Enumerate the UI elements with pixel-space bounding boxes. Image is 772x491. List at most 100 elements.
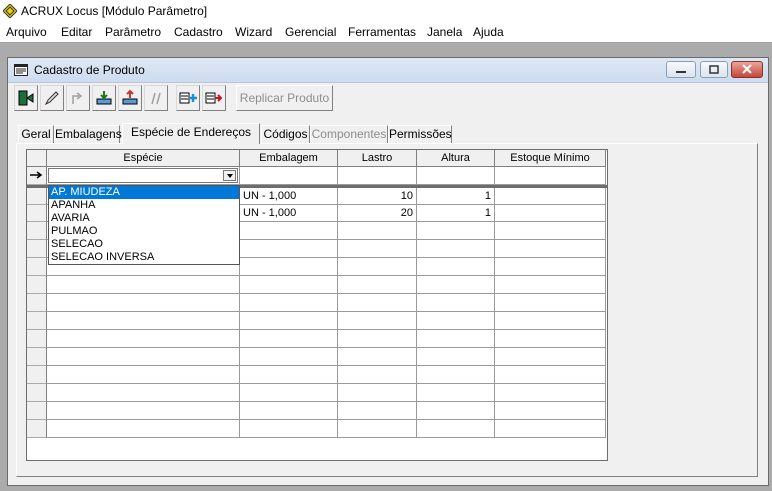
dropdown-option[interactable]: SELECAO — [49, 238, 239, 251]
new-row-embalagem-cell[interactable] — [240, 167, 338, 185]
empty-grid-cell[interactable] — [47, 312, 240, 330]
empty-grid-cell[interactable] — [417, 240, 495, 258]
dropdown-option[interactable]: SELECAO INVERSA — [49, 251, 239, 264]
empty-grid-cell[interactable] — [417, 276, 495, 294]
dropdown-option[interactable]: PULMAO — [49, 225, 239, 238]
row-1-lastro-cell[interactable]: 10 — [338, 188, 417, 205]
col-header-lastro[interactable]: Lastro — [338, 150, 417, 167]
empty-grid-cell[interactable] — [47, 402, 240, 420]
tab-geral[interactable]: Geral — [18, 125, 54, 143]
empty-grid-cell[interactable] — [338, 330, 417, 348]
empty-grid-cell[interactable] — [338, 366, 417, 384]
import-button[interactable] — [92, 85, 116, 111]
empty-grid-cell[interactable] — [240, 402, 338, 420]
col-header-altura[interactable]: Altura — [417, 150, 495, 167]
empty-grid-cell[interactable] — [417, 330, 495, 348]
tab-permissoes[interactable]: Permissões — [388, 125, 452, 143]
tab-especie-de-enderecos[interactable]: Espécie de Endereços — [122, 123, 260, 144]
empty-grid-cell[interactable] — [417, 384, 495, 402]
empty-grid-cell[interactable] — [338, 240, 417, 258]
empty-grid-cell[interactable] — [338, 348, 417, 366]
new-row-estoque-minimo-cell[interactable] — [495, 167, 606, 185]
menu-cadastro[interactable]: Cadastro — [174, 25, 223, 39]
new-row-lastro-cell[interactable] — [338, 167, 417, 185]
empty-grid-cell[interactable] — [240, 312, 338, 330]
empty-grid-cell[interactable] — [338, 276, 417, 294]
especie-combobox[interactable] — [48, 168, 238, 183]
close-button[interactable] — [731, 61, 763, 78]
empty-grid-cell[interactable] — [495, 312, 606, 330]
row-2-estoque-minimo-cell[interactable] — [495, 205, 606, 222]
empty-grid-cell[interactable] — [338, 420, 417, 438]
empty-grid-cell[interactable] — [47, 366, 240, 384]
menu-parametro[interactable]: Parâmetro — [105, 25, 161, 39]
exit-button[interactable] — [14, 85, 38, 111]
dropdown-option[interactable]: AVARIA — [49, 212, 239, 225]
empty-grid-cell[interactable] — [338, 402, 417, 420]
empty-grid-cell[interactable] — [47, 294, 240, 312]
menu-editar[interactable]: Editar — [61, 25, 92, 39]
menu-wizard[interactable]: Wizard — [235, 25, 272, 39]
empty-grid-cell[interactable] — [240, 348, 338, 366]
row-1-estoque-minimo-cell[interactable] — [495, 188, 606, 205]
empty-grid-cell[interactable] — [47, 330, 240, 348]
empty-grid-cell[interactable] — [338, 222, 417, 240]
col-header-especie[interactable]: Espécie — [47, 150, 240, 167]
new-row-altura-cell[interactable] — [417, 167, 495, 185]
empty-grid-cell[interactable] — [495, 420, 606, 438]
tab-codigos[interactable]: Códigos — [261, 125, 310, 143]
new-row-especie-cell[interactable] — [47, 167, 240, 185]
empty-grid-cell[interactable] — [495, 330, 606, 348]
empty-grid-cell[interactable] — [47, 276, 240, 294]
empty-grid-cell[interactable] — [417, 312, 495, 330]
empty-grid-cell[interactable] — [240, 276, 338, 294]
empty-grid-cell[interactable] — [338, 312, 417, 330]
empty-grid-cell[interactable] — [47, 384, 240, 402]
empty-grid-cell[interactable] — [417, 402, 495, 420]
add-record-button[interactable] — [176, 85, 200, 111]
row-1-embalagem-cell[interactable]: UN - 1,000 — [240, 188, 338, 205]
empty-grid-cell[interactable] — [495, 384, 606, 402]
empty-grid-cell[interactable] — [495, 222, 606, 240]
especie-dropdown-list[interactable]: AP. MIUDEZA APANHA AVARIA PULMAO SELECAO… — [48, 185, 240, 265]
empty-grid-cell[interactable] — [495, 240, 606, 258]
row-2-altura-cell[interactable]: 1 — [417, 205, 495, 222]
menu-gerencial[interactable]: Gerencial — [285, 25, 336, 39]
replicar-produto-button[interactable]: Replicar Produto — [236, 85, 333, 111]
col-header-embalagem[interactable]: Embalagem — [240, 150, 338, 167]
empty-grid-cell[interactable] — [417, 222, 495, 240]
empty-grid-cell[interactable] — [47, 420, 240, 438]
empty-grid-cell[interactable] — [240, 294, 338, 312]
empty-grid-cell[interactable] — [240, 222, 338, 240]
maximize-button[interactable] — [700, 61, 728, 78]
empty-grid-cell[interactable] — [417, 366, 495, 384]
empty-grid-cell[interactable] — [240, 420, 338, 438]
empty-grid-cell[interactable] — [495, 294, 606, 312]
empty-grid-cell[interactable] — [338, 384, 417, 402]
empty-grid-cell[interactable] — [495, 402, 606, 420]
empty-grid-cell[interactable] — [240, 330, 338, 348]
empty-grid-cell[interactable] — [240, 240, 338, 258]
empty-grid-cell[interactable] — [417, 258, 495, 276]
empty-grid-cell[interactable] — [495, 276, 606, 294]
row-2-lastro-cell[interactable]: 20 — [338, 205, 417, 222]
empty-grid-cell[interactable] — [417, 294, 495, 312]
empty-grid-cell[interactable] — [240, 366, 338, 384]
col-header-estoque-minimo[interactable]: Estoque Mínimo — [495, 150, 606, 167]
empty-grid-cell[interactable] — [417, 348, 495, 366]
empty-grid-cell[interactable] — [338, 294, 417, 312]
empty-grid-cell[interactable] — [240, 258, 338, 276]
menu-ajuda[interactable]: Ajuda — [473, 25, 504, 39]
chevron-down-icon[interactable] — [223, 170, 236, 181]
minimize-button[interactable] — [666, 61, 696, 78]
menu-arquivo[interactable]: Arquivo — [6, 25, 47, 39]
edit-button[interactable] — [40, 85, 64, 111]
window-titlebar[interactable]: Cadastro de Produto — [8, 58, 768, 83]
tab-embalagens[interactable]: Embalagens — [54, 125, 122, 143]
export-button[interactable] — [118, 85, 142, 111]
menu-janela[interactable]: Janela — [427, 25, 462, 39]
empty-grid-cell[interactable] — [417, 420, 495, 438]
empty-grid-cell[interactable] — [495, 366, 606, 384]
empty-grid-cell[interactable] — [47, 348, 240, 366]
menu-ferramentas[interactable]: Ferramentas — [348, 25, 416, 39]
